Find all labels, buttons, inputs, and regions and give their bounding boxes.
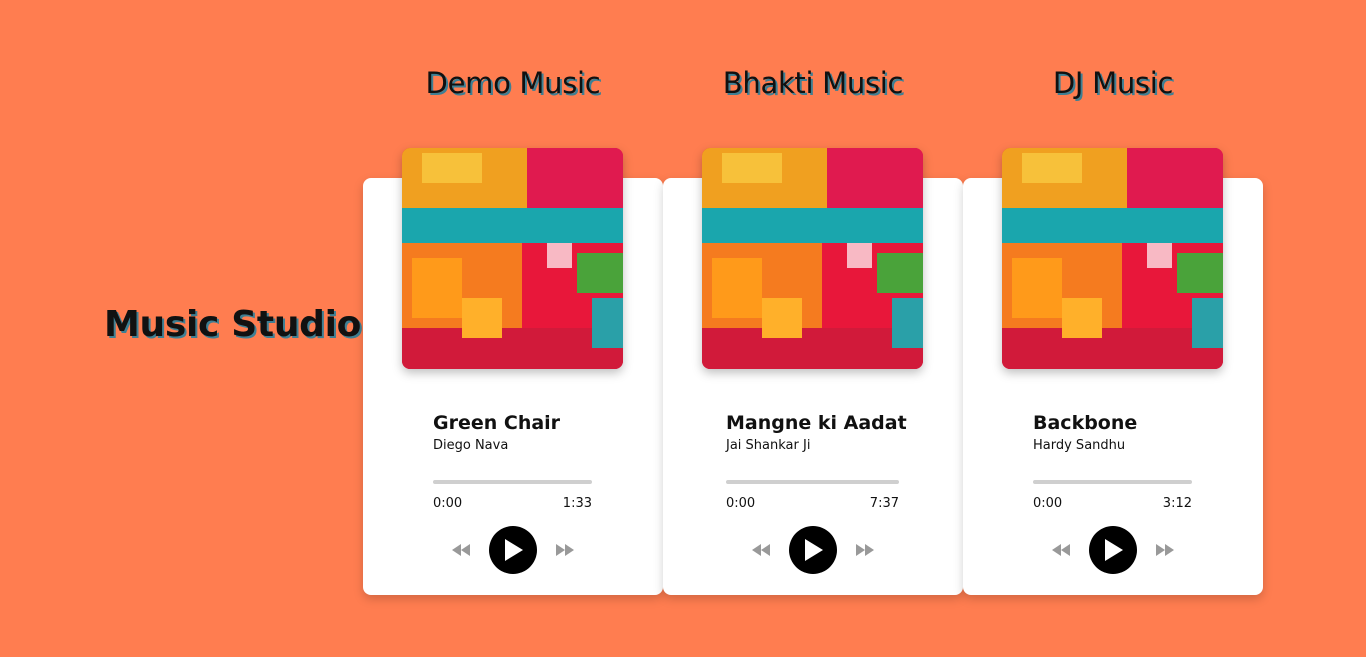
artist-name: Jai Shankar Ji: [726, 438, 811, 453]
category-heading: DJ Music: [1052, 66, 1174, 100]
song-title: Backbone: [1033, 412, 1138, 434]
album-art: [702, 148, 923, 369]
current-time: 0:00: [1033, 496, 1063, 511]
track-info: Backbone Hardy Sandhu: [1033, 412, 1233, 453]
current-time: 0:00: [726, 496, 756, 511]
fast-forward-icon[interactable]: [1155, 543, 1175, 557]
page-title: Music Studio: [104, 304, 362, 345]
duration: 1:33: [562, 496, 592, 511]
song-title: Mangne ki Aadat: [726, 412, 907, 434]
fast-forward-icon[interactable]: [855, 543, 875, 557]
album-art: [402, 148, 623, 369]
progress-bar[interactable]: [1033, 480, 1192, 484]
play-icon: [1105, 539, 1123, 561]
rewind-icon[interactable]: [451, 543, 471, 557]
fast-forward-icon[interactable]: [555, 543, 575, 557]
song-title: Green Chair: [433, 412, 561, 434]
artist-name: Diego Nava: [433, 438, 509, 453]
category-heading: Demo Music: [425, 66, 601, 100]
play-button[interactable]: [489, 526, 537, 574]
play-button[interactable]: [789, 526, 837, 574]
current-time: 0:00: [433, 496, 463, 511]
play-button[interactable]: [1089, 526, 1137, 574]
duration: 3:12: [1162, 496, 1192, 511]
category-heading: Bhakti Music: [722, 66, 904, 100]
progress-bar[interactable]: [433, 480, 592, 484]
playback-controls: [663, 525, 963, 575]
playback-controls: [363, 525, 663, 575]
track-info: Green Chair Diego Nava: [433, 412, 633, 453]
rewind-icon[interactable]: [1051, 543, 1071, 557]
play-icon: [805, 539, 823, 561]
playback-controls: [963, 525, 1263, 575]
play-icon: [505, 539, 523, 561]
track-info: Mangne ki Aadat Jai Shankar Ji: [726, 412, 926, 453]
artist-name: Hardy Sandhu: [1033, 438, 1126, 453]
album-art: [1002, 148, 1223, 369]
duration: 7:37: [869, 496, 899, 511]
rewind-icon[interactable]: [751, 543, 771, 557]
progress-bar[interactable]: [726, 480, 899, 484]
